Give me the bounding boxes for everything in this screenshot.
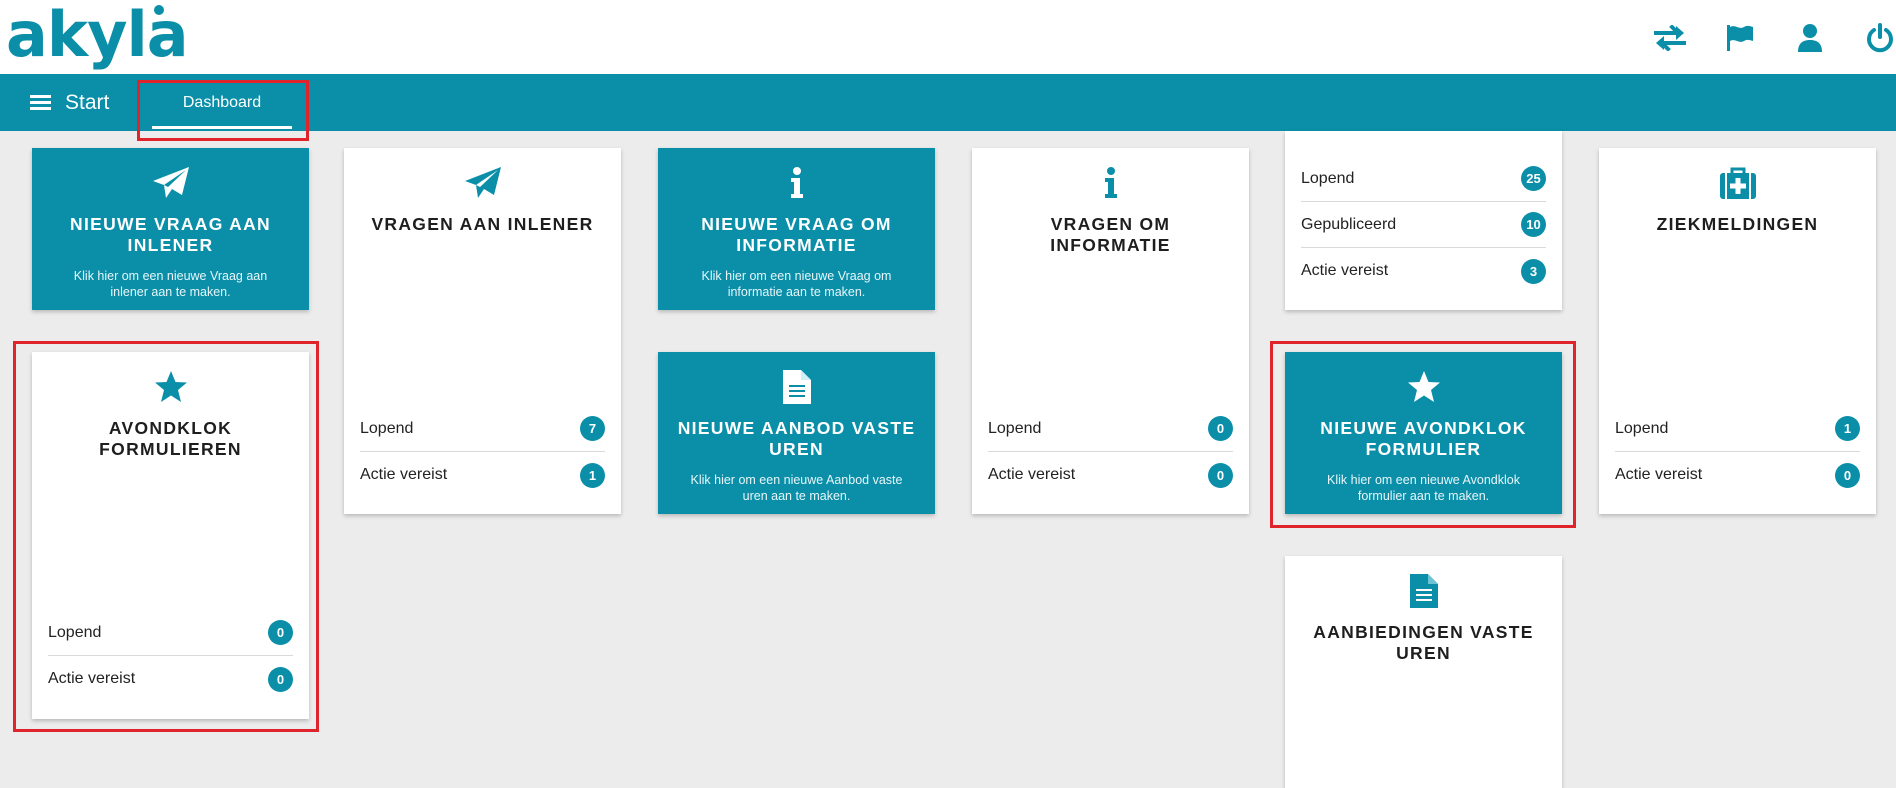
card-curfew-forms[interactable]: AVONDKLOK FORMULIEREN Lopend 0 Actie ver… — [32, 352, 309, 719]
card-new-info-request[interactable]: NIEUWE VRAAG OM INFORMATIE Klik hier om … — [658, 148, 935, 310]
stat-row-gepubliceerd[interactable]: Gepubliceerd 10 — [1301, 202, 1546, 248]
start-menu-button[interactable]: Start — [30, 74, 109, 131]
info-icon — [658, 164, 935, 202]
stat-row-lopend[interactable]: Lopend 25 — [1301, 156, 1546, 202]
count-badge: 0 — [268, 666, 293, 692]
count-badge: 1 — [1835, 416, 1860, 441]
stat-label: Lopend — [1615, 419, 1669, 437]
card-questions-lender[interactable]: VRAGEN AAN INLENER Lopend 7 Actie vereis… — [344, 148, 621, 514]
card-title: VRAGEN AAN INLENER — [371, 214, 594, 234]
card-description: Klik hier om een nieuwe Vraag aan inlene… — [73, 269, 268, 299]
card-title: AVONDKLOK FORMULIEREN — [99, 418, 242, 459]
stat-label: Lopend — [48, 623, 102, 641]
tab-active-indicator — [152, 126, 292, 129]
stat-label: Actie vereist — [1301, 262, 1389, 279]
stat-label: Gepubliceerd — [1301, 215, 1397, 233]
count-badge: 0 — [1835, 462, 1860, 488]
stat-row-actie-vereist[interactable]: Actie vereist 3 — [1301, 248, 1546, 294]
card-new-curfew-form[interactable]: NIEUWE AVONDKLOK FORMULIER Klik hier om … — [1285, 352, 1562, 514]
count-badge: 0 — [1208, 462, 1233, 488]
count-badge: 25 — [1521, 166, 1546, 191]
document-icon — [1285, 572, 1562, 610]
card-title: ZIEKMELDINGEN — [1656, 214, 1819, 234]
card-description: Klik hier om een nieuwe Avondklok formul… — [1327, 473, 1520, 503]
stat-row-lopend[interactable]: Lopend 1 — [1615, 406, 1860, 452]
brand-logo-dot — [154, 5, 164, 15]
paper-plane-icon — [344, 164, 621, 202]
card-fixed-hours-offers[interactable]: AANBIEDINGEN VASTE UREN — [1285, 556, 1562, 788]
flag-icon[interactable] — [1722, 20, 1758, 56]
count-badge: 0 — [268, 620, 293, 645]
stat-label: Lopend — [1301, 169, 1355, 187]
stat-row-actie-vereist[interactable]: Actie vereist 0 — [1615, 452, 1860, 498]
medkit-icon — [1599, 164, 1876, 202]
switch-icon[interactable] — [1652, 20, 1688, 56]
info-icon — [972, 164, 1249, 202]
card-title: NIEUWE AANBOD VASTE UREN — [677, 418, 916, 459]
tab-dashboard[interactable]: Dashboard — [152, 74, 292, 131]
power-icon[interactable] — [1862, 20, 1896, 56]
count-badge: 0 — [1208, 416, 1233, 441]
stat-label: Actie vereist — [988, 466, 1076, 483]
stat-row-lopend[interactable]: Lopend 0 — [48, 610, 293, 656]
count-badge: 10 — [1521, 212, 1546, 237]
stat-label: Actie vereist — [48, 670, 136, 687]
card-description: Klik hier om een nieuwe Vraag om informa… — [701, 269, 892, 299]
card-title: NIEUWE VRAAG AAN INLENER — [70, 214, 271, 255]
card-title: VRAGEN OM INFORMATIE — [1050, 214, 1171, 255]
top-header: akyla — [0, 0, 1896, 74]
star-icon — [32, 368, 309, 406]
card-description: Klik hier om een nieuwe Aanbod vaste ure… — [690, 473, 903, 503]
stat-label: Actie vereist — [360, 466, 448, 483]
card-title: AANBIEDINGEN VASTE UREN — [1313, 622, 1534, 663]
stat-row-actie-vereist[interactable]: Actie vereist 1 — [360, 452, 605, 498]
stat-row-actie-vereist[interactable]: Actie vereist 0 — [48, 656, 293, 702]
stat-label: Lopend — [988, 419, 1042, 437]
user-icon[interactable] — [1792, 20, 1828, 56]
card-title: NIEUWE VRAAG OM INFORMATIE — [701, 214, 892, 255]
card-new-question-lender[interactable]: NIEUWE VRAAG AAN INLENER Klik hier om ee… — [32, 148, 309, 310]
stat-label: Actie vereist — [1615, 466, 1703, 483]
card-info-requests[interactable]: VRAGEN OM INFORMATIE Lopend 0 Actie vere… — [972, 148, 1249, 514]
paper-plane-icon — [32, 164, 309, 202]
card-title: NIEUWE AVONDKLOK FORMULIER — [1320, 418, 1527, 459]
card-sick-reports[interactable]: ZIEKMELDINGEN Lopend 1 Actie vereist 0 — [1599, 148, 1876, 514]
stat-label: Lopend — [360, 419, 414, 437]
count-badge: 3 — [1521, 258, 1546, 284]
card-new-fixed-hours-offer[interactable]: NIEUWE AANBOD VASTE UREN Klik hier om ee… — [658, 352, 935, 514]
main-navbar: Start Dashboard — [0, 74, 1896, 131]
stat-row-lopend[interactable]: Lopend 0 — [988, 406, 1233, 452]
start-menu-label: Start — [65, 90, 110, 114]
count-badge: 7 — [580, 416, 605, 441]
star-icon — [1285, 368, 1562, 406]
hamburger-icon — [30, 94, 51, 111]
count-badge: 1 — [580, 462, 605, 488]
stat-row-actie-vereist[interactable]: Actie vereist 0 — [988, 452, 1233, 498]
document-icon — [658, 368, 935, 406]
stat-row-lopend[interactable]: Lopend 7 — [360, 406, 605, 452]
card-vacancies-partial[interactable]: Lopend 25 Gepubliceerd 10 Actie vereist … — [1285, 131, 1562, 310]
